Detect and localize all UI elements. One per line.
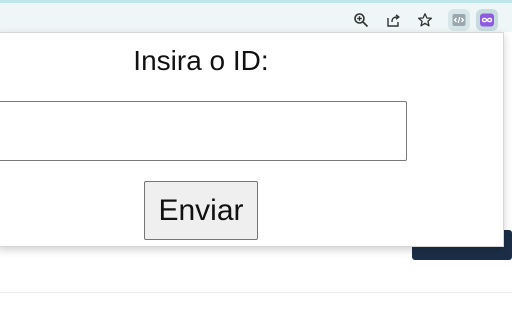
devtools-extension-icon[interactable] [448, 9, 470, 31]
popup-title: Insira o ID: [133, 45, 269, 76]
screen: Insira o ID: Enviar [0, 0, 512, 320]
background-page [503, 40, 512, 260]
zoom-icon[interactable] [350, 9, 372, 31]
browser-toolbar [0, 0, 512, 32]
submit-button[interactable]: Enviar [144, 181, 258, 240]
address-bar-actions [350, 9, 436, 31]
background-divider [0, 292, 512, 293]
id-input[interactable] [0, 101, 407, 161]
infinity-extension-icon[interactable] [476, 9, 498, 31]
share-icon[interactable] [382, 9, 404, 31]
extension-popup: Insira o ID: Enviar [0, 32, 504, 247]
star-icon[interactable] [414, 9, 436, 31]
extensions-area [448, 9, 498, 31]
